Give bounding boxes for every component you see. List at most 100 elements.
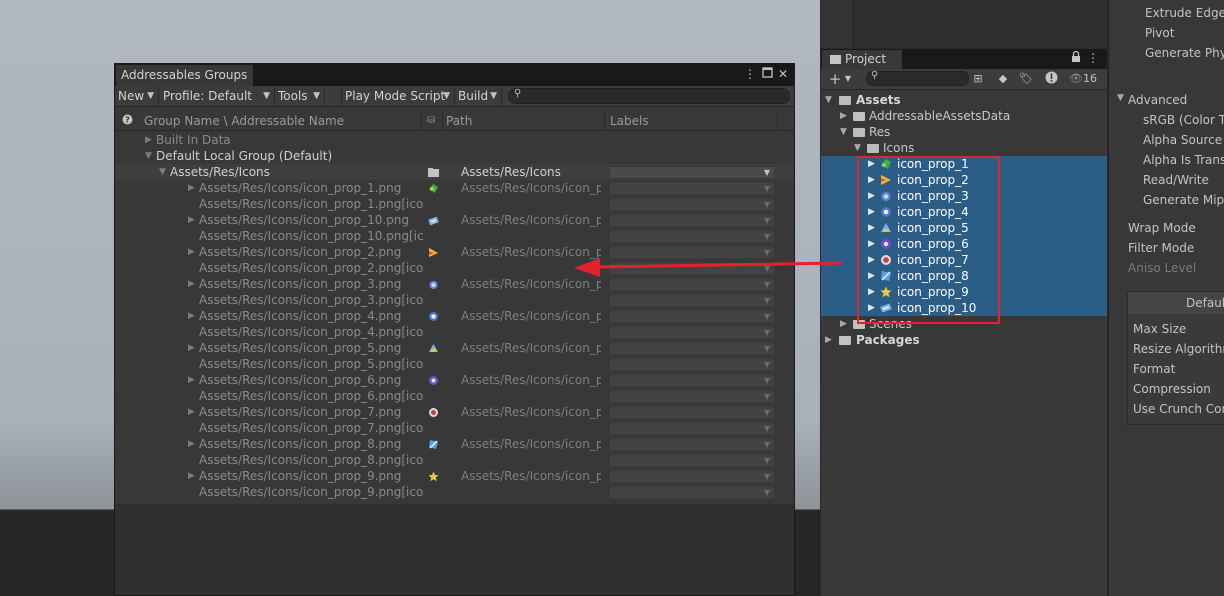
labels-dropdown[interactable]: ▼	[609, 406, 775, 419]
expand-arrow-icon[interactable]: ▶	[840, 316, 847, 332]
entry-row[interactable]: ▶ Assets/Res/Icons/icon_prop_2.png Asset…	[115, 244, 794, 260]
entry-row[interactable]: Assets/Res/Icons/icon_prop_2.png[icon_ ▼	[115, 260, 794, 276]
search-by-type-icon[interactable]: ⊞	[969, 71, 987, 87]
entry-row[interactable]: ▶ Assets/Res/Icons/icon_prop_10.png Asse…	[115, 212, 794, 228]
lock-icon[interactable]	[1069, 50, 1083, 65]
visibility-count[interactable]: 👁16	[1069, 71, 1101, 87]
play-mode-script-dropdown[interactable]: Play Mode Script ▼	[341, 86, 455, 106]
tree-item-packages[interactable]: ▶ Packages	[821, 332, 1107, 348]
entry-row[interactable]: ▶ Assets/Res/Icons/icon_prop_1.png Asset…	[115, 180, 794, 196]
entry-row[interactable]: ▶ Assets/Res/Icons/icon_prop_5.png Asset…	[115, 340, 794, 356]
entry-row[interactable]: Assets/Res/Icons/icon_prop_6.png[icon_ ▼	[115, 388, 794, 404]
labels-dropdown[interactable]: ▼	[609, 486, 775, 499]
entry-row[interactable]: ▶ Assets/Res/Icons/icon_prop_7.png Asset…	[115, 404, 794, 420]
labels-dropdown[interactable]: ▼	[609, 278, 775, 291]
profile-dropdown[interactable]: Profile: Default ▼	[160, 86, 275, 106]
project-tab[interactable]: Project	[822, 50, 902, 69]
collapse-arrow-icon[interactable]: ▼	[825, 92, 832, 108]
entry-row[interactable]: Assets/Res/Icons/icon_prop_3.png[icon_ ▼	[115, 292, 794, 308]
column-divider[interactable]	[604, 112, 605, 130]
labels-dropdown[interactable]: ▼	[609, 326, 775, 339]
labels-dropdown[interactable]: ▼	[609, 166, 775, 179]
expand-arrow-icon[interactable]: ▶	[188, 276, 195, 292]
entry-row[interactable]: Assets/Res/Icons/icon_prop_4.png[icon_ ▼	[115, 324, 794, 340]
tree-item-assets[interactable]: ▼ Assets	[821, 92, 1107, 108]
labels-dropdown[interactable]: ▼	[609, 182, 775, 195]
addressables-search-input[interactable]: ⚲	[508, 88, 790, 104]
entry-row-folder[interactable]: ▼ Assets/Res/Icons Assets/Res/Icons ▼	[115, 164, 794, 180]
labels-dropdown[interactable]: ▼	[609, 454, 775, 467]
labels-dropdown[interactable]: ▼	[609, 342, 775, 355]
group-row-built-in-data[interactable]: ▶ Built In Data	[115, 132, 794, 148]
filter-by-type-icon[interactable]: ◆	[994, 71, 1012, 87]
labels-dropdown[interactable]: ▼	[609, 246, 775, 259]
advanced-foldout[interactable]: Advanced	[1128, 93, 1187, 107]
asset-type-column-icon[interactable]: ⛁	[427, 110, 435, 130]
labels-dropdown[interactable]: ▼	[609, 358, 775, 371]
column-divider[interactable]	[777, 112, 778, 130]
expand-arrow-icon[interactable]: ▶	[840, 108, 847, 124]
labels-dropdown[interactable]: ▼	[609, 422, 775, 435]
warning-filter-icon[interactable]	[1042, 71, 1060, 87]
tree-item-res[interactable]: ▼ Res	[821, 124, 1107, 140]
collapse-arrow-icon[interactable]: ▼	[159, 164, 166, 180]
column-path[interactable]: Path	[446, 110, 472, 130]
entry-row[interactable]: Assets/Res/Icons/icon_prop_1.png[icon_ ▼	[115, 196, 794, 212]
entry-row[interactable]: ▶ Assets/Res/Icons/icon_prop_9.png Asset…	[115, 468, 794, 484]
column-labels[interactable]: Labels	[610, 110, 649, 130]
filter-by-label-icon[interactable]: 🏷	[1017, 71, 1035, 87]
column-divider[interactable]	[442, 112, 443, 130]
labels-dropdown[interactable]: ▼	[609, 310, 775, 323]
entry-row[interactable]: Assets/Res/Icons/icon_prop_7.png[icon_ ▼	[115, 420, 794, 436]
entry-row[interactable]: Assets/Res/Icons/icon_prop_10.png[icon ▼	[115, 228, 794, 244]
labels-dropdown[interactable]: ▼	[609, 262, 775, 275]
collapse-arrow-icon[interactable]: ▼	[1117, 93, 1124, 103]
tools-dropdown[interactable]: Tools ▼	[275, 86, 325, 106]
expand-arrow-icon[interactable]: ▶	[188, 212, 195, 228]
entry-row[interactable]: ▶ Assets/Res/Icons/icon_prop_3.png Asset…	[115, 276, 794, 292]
platform-tab-default[interactable]: Defaul	[1128, 292, 1224, 314]
labels-dropdown[interactable]: ▼	[609, 230, 775, 243]
entry-row[interactable]: ▶ Assets/Res/Icons/icon_prop_4.png Asset…	[115, 308, 794, 324]
project-search-input[interactable]: ⚲	[866, 70, 969, 86]
collapse-arrow-icon[interactable]: ▼	[854, 140, 861, 156]
labels-dropdown[interactable]: ▼	[609, 470, 775, 483]
expand-arrow-icon[interactable]: ▶	[188, 180, 195, 196]
labels-dropdown[interactable]: ▼	[609, 214, 775, 227]
entry-row[interactable]: ▶ Assets/Res/Icons/icon_prop_8.png Asset…	[115, 436, 794, 452]
labels-dropdown[interactable]: ▼	[609, 294, 775, 307]
close-icon[interactable]: ✕	[776, 67, 790, 81]
expand-arrow-icon[interactable]: ▶	[188, 468, 195, 484]
group-row-default-local[interactable]: ▼ Default Local Group (Default)	[115, 148, 794, 164]
help-icon[interactable]: ?	[122, 110, 133, 130]
expand-arrow-icon[interactable]: ▶	[825, 332, 832, 348]
tree-item-addressable-asset-data[interactable]: ▶ AddressableAssetsData	[821, 108, 1107, 124]
column-group-name[interactable]: Group Name \ Addressable Name	[144, 110, 344, 130]
entry-row[interactable]: Assets/Res/Icons/icon_prop_5.png[icon_ ▼	[115, 356, 794, 372]
new-dropdown[interactable]: New ▼	[115, 86, 159, 106]
labels-dropdown[interactable]: ▼	[609, 198, 775, 211]
expand-arrow-icon[interactable]: ▶	[188, 308, 195, 324]
labels-dropdown[interactable]: ▼	[609, 390, 775, 403]
maximize-icon[interactable]	[760, 67, 774, 81]
collapse-arrow-icon[interactable]: ▼	[145, 148, 152, 164]
tree-item-icons[interactable]: ▼ Icons	[821, 140, 1107, 156]
expand-arrow-icon[interactable]: ▶	[188, 404, 195, 420]
column-divider[interactable]	[421, 112, 422, 130]
labels-dropdown[interactable]: ▼	[609, 374, 775, 387]
chevron-down-icon[interactable]: ▼	[839, 71, 857, 87]
build-dropdown[interactable]: Build ▼	[455, 86, 502, 106]
entry-row[interactable]: ▶ Assets/Res/Icons/icon_prop_6.png Asset…	[115, 372, 794, 388]
collapse-arrow-icon[interactable]: ▼	[840, 124, 847, 140]
expand-arrow-icon[interactable]: ▶	[145, 132, 152, 148]
expand-arrow-icon[interactable]: ▶	[188, 244, 195, 260]
labels-dropdown[interactable]: ▼	[609, 438, 775, 451]
expand-arrow-icon[interactable]: ▶	[188, 340, 195, 356]
entry-row[interactable]: Assets/Res/Icons/icon_prop_9.png[icon_ ▼	[115, 484, 794, 500]
expand-arrow-icon[interactable]: ▶	[188, 436, 195, 452]
more-options-icon[interactable]: ⋮	[743, 67, 757, 81]
more-options-icon[interactable]: ⋮	[1086, 51, 1100, 65]
entry-row[interactable]: Assets/Res/Icons/icon_prop_8.png[icon_ ▼	[115, 452, 794, 468]
expand-arrow-icon[interactable]: ▶	[188, 372, 195, 388]
addressables-tab[interactable]: Addressables Groups	[116, 65, 253, 86]
